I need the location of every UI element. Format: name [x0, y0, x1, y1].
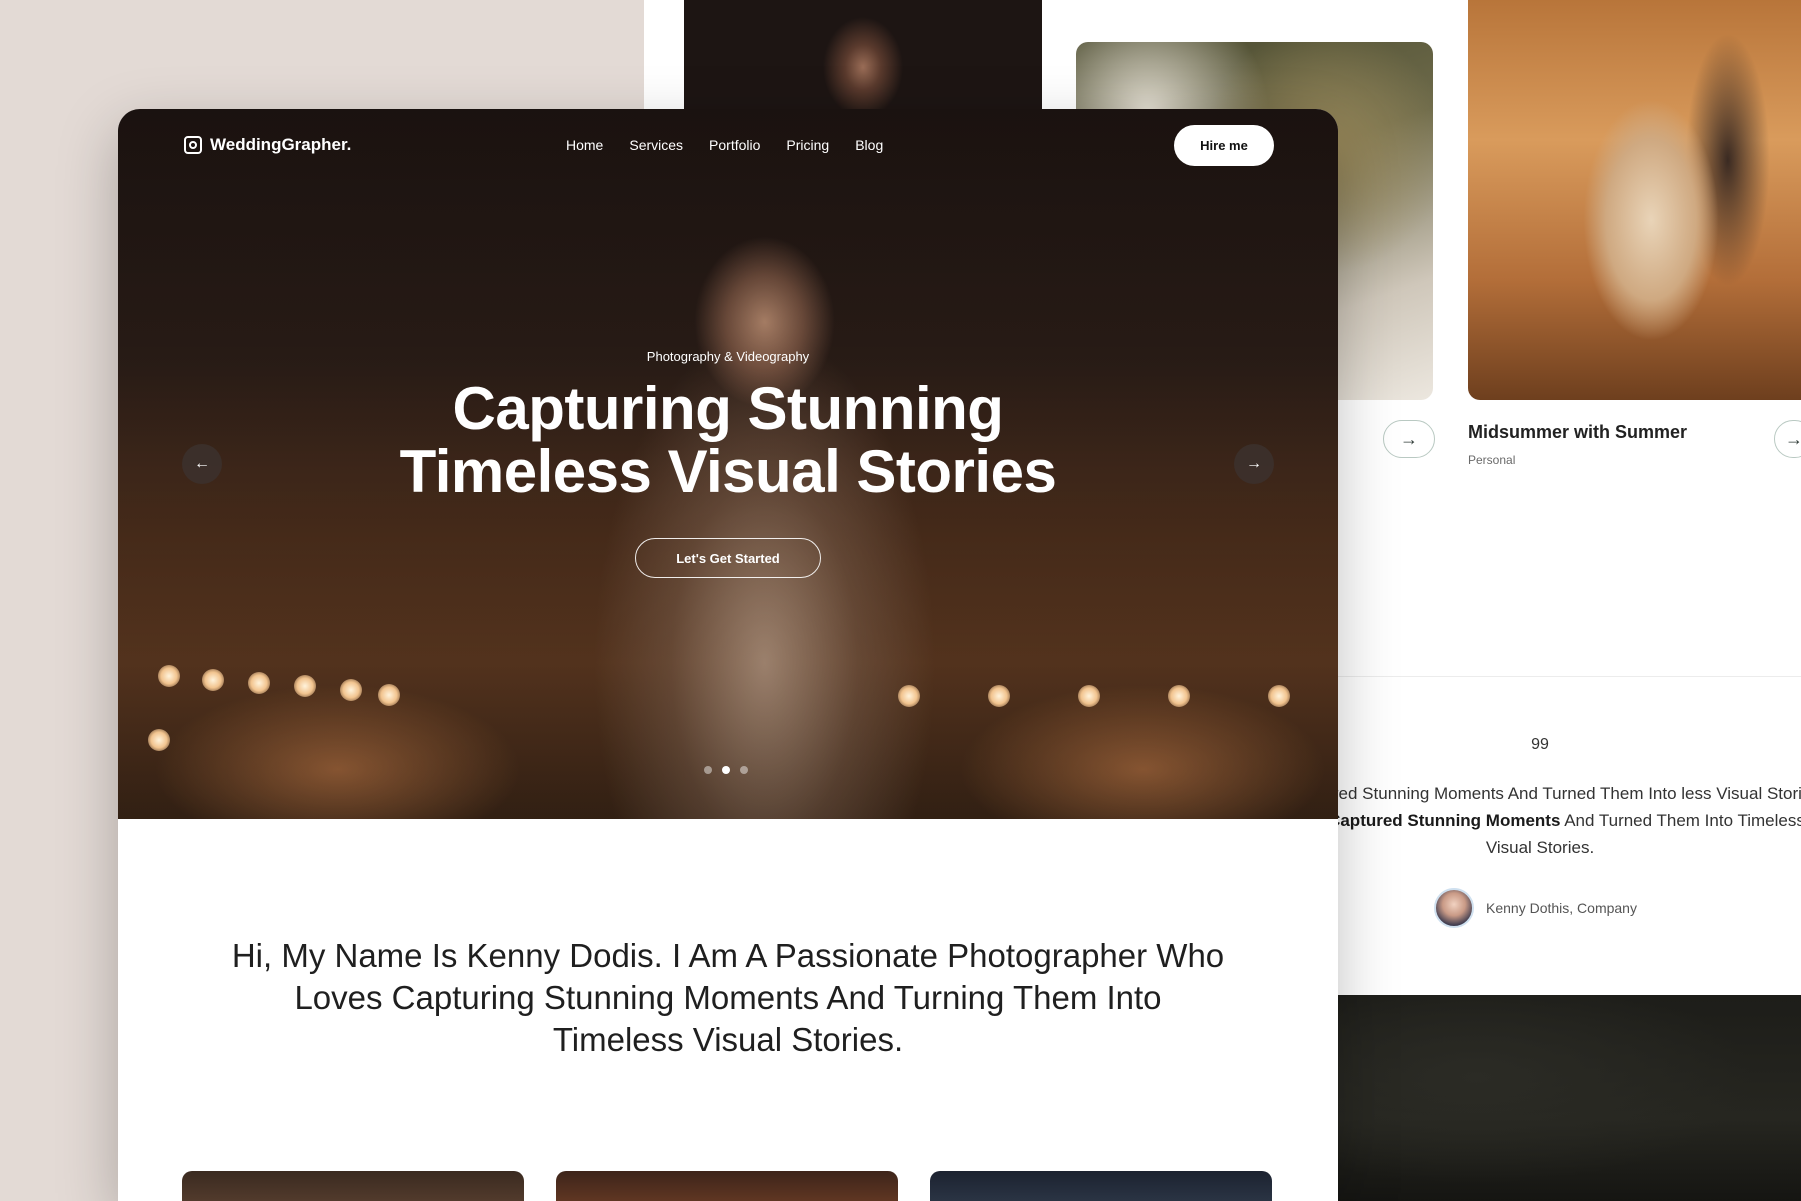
gallery-thumbnail[interactable]	[930, 1171, 1272, 1201]
nav-item-blog[interactable]: Blog	[855, 137, 883, 153]
navbar: WeddingGrapher. Home Services Portfolio …	[118, 109, 1338, 181]
bulb-light	[1268, 685, 1290, 707]
hero-title: Capturing Stunning Timeless Visual Stori…	[399, 375, 1057, 505]
brand-name: WeddingGrapher.	[210, 135, 352, 154]
nav-menu: Home Services Portfolio Pricing Blog	[566, 137, 883, 153]
section-divider	[1338, 676, 1801, 677]
couple-photo	[1468, 0, 1801, 400]
portfolio-card-title[interactable]: Midsummer with Summer	[1468, 422, 1687, 443]
slider-next-button[interactable]: →	[1234, 444, 1274, 484]
bulb-light	[340, 679, 362, 701]
arrow-right-icon: →	[1246, 455, 1262, 472]
bulb-light	[148, 729, 170, 751]
slider-dot[interactable]	[740, 766, 748, 774]
arrow-left-icon: ←	[194, 455, 210, 472]
slider-dot[interactable]	[704, 766, 712, 774]
hero-section: WeddingGrapher. Home Services Portfolio …	[118, 109, 1338, 819]
bulb-light	[898, 685, 920, 707]
bulb-light	[1168, 685, 1190, 707]
hire-me-button[interactable]: Hire me	[1174, 125, 1274, 166]
portfolio-card-category: Personal	[1468, 453, 1516, 467]
author-name: Kenny Dothis, Company	[1486, 900, 1637, 916]
nav-item-pricing[interactable]: Pricing	[786, 137, 829, 153]
camera-frame-icon	[184, 136, 202, 154]
nav-item-services[interactable]: Services	[629, 137, 683, 153]
bulb-light	[378, 684, 400, 706]
portrait-photo	[684, 0, 1042, 112]
gallery-thumbnail[interactable]	[182, 1171, 524, 1201]
slider-prev-button[interactable]: ←	[182, 444, 222, 484]
bulb-light	[988, 685, 1010, 707]
intro-statement: Hi, My Name Is Kenny Dodis. I Am A Passi…	[231, 937, 1225, 1058]
bulb-light	[158, 665, 180, 687]
arrow-right-icon: →	[1785, 428, 1801, 449]
nav-item-portfolio[interactable]: Portfolio	[709, 137, 760, 153]
website-preview-card: WeddingGrapher. Home Services Portfolio …	[118, 109, 1338, 1201]
nav-item-home[interactable]: Home	[566, 137, 603, 153]
arrow-right-icon: →	[1400, 428, 1418, 449]
quote-icon: 99	[1531, 736, 1549, 753]
slider-dot-active[interactable]	[722, 766, 730, 774]
get-started-button[interactable]: Let's Get Started	[635, 538, 821, 578]
testimonial-text-bold: Captured Stunning Moments	[1328, 811, 1561, 830]
gallery-thumbnail[interactable]	[556, 1171, 898, 1201]
slider-dots	[704, 766, 748, 774]
bulb-light	[1078, 685, 1100, 707]
avatar	[1434, 888, 1474, 928]
brand-logo[interactable]: WeddingGrapher.	[184, 135, 351, 155]
bulb-light	[294, 675, 316, 697]
bulb-light	[202, 669, 224, 691]
hero-kicker: Photography & Videography	[646, 349, 810, 364]
testimonial-author: Kenny Dothis, Company	[1434, 888, 1637, 928]
dark-texture-photo	[1338, 995, 1801, 1201]
portfolio-next-button[interactable]: →	[1383, 420, 1435, 458]
bulb-light	[248, 672, 270, 694]
